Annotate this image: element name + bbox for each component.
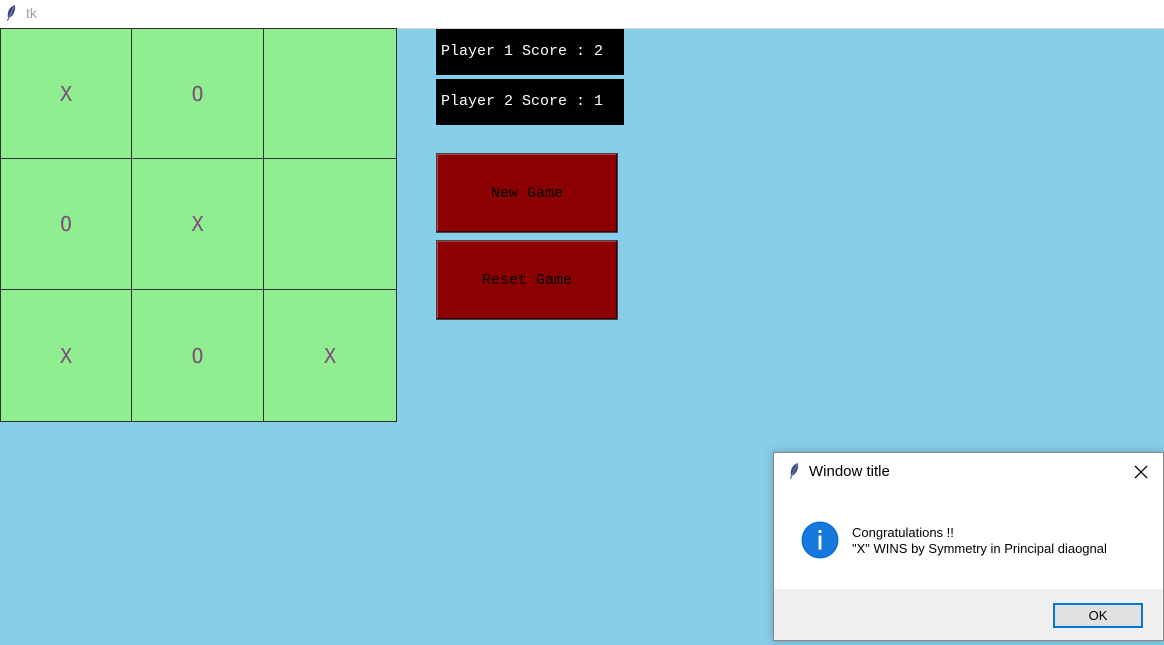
window-title: tk [26,5,37,21]
board-cell-0[interactable]: X [0,28,132,159]
new-game-button[interactable]: New Game [436,153,618,233]
player2-score: Player 2 Score : 1 [436,79,624,125]
info-icon [801,521,839,559]
board-cell-5[interactable] [263,158,397,290]
message-dialog: Window title Congratulations !! "X" WINS… [773,452,1164,641]
board-cell-6[interactable]: X [0,289,132,422]
feather-icon [7,5,16,21]
dialog-message-line1: Congratulations !! [852,525,954,540]
board-cell-7[interactable]: O [131,289,264,422]
app-window: tk X O O X X O X Player 1 Score : 2 Play… [0,0,1164,645]
board-cell-8[interactable]: X [263,289,397,422]
board-cell-4[interactable]: X [131,158,264,290]
player1-score: Player 1 Score : 2 [436,29,624,75]
close-icon[interactable] [1132,463,1150,481]
board-cell-3[interactable]: O [0,158,132,290]
dialog-footer: OK [774,589,1163,640]
board-cell-1[interactable]: O [131,28,264,159]
dialog-message-line2: "X" WINS by Symmetry in Principal diaogn… [852,541,1107,556]
dialog-title: Window title [809,463,890,480]
ok-button[interactable]: OK [1053,603,1143,628]
reset-game-button[interactable]: Reset Game [436,240,618,320]
feather-icon [790,463,799,479]
window-titlebar[interactable]: tk [0,0,1164,29]
dialog-titlebar[interactable]: Window title [774,453,1163,491]
board-cell-2[interactable] [263,28,397,159]
tic-tac-toe-board: X O O X X O X [0,28,397,422]
